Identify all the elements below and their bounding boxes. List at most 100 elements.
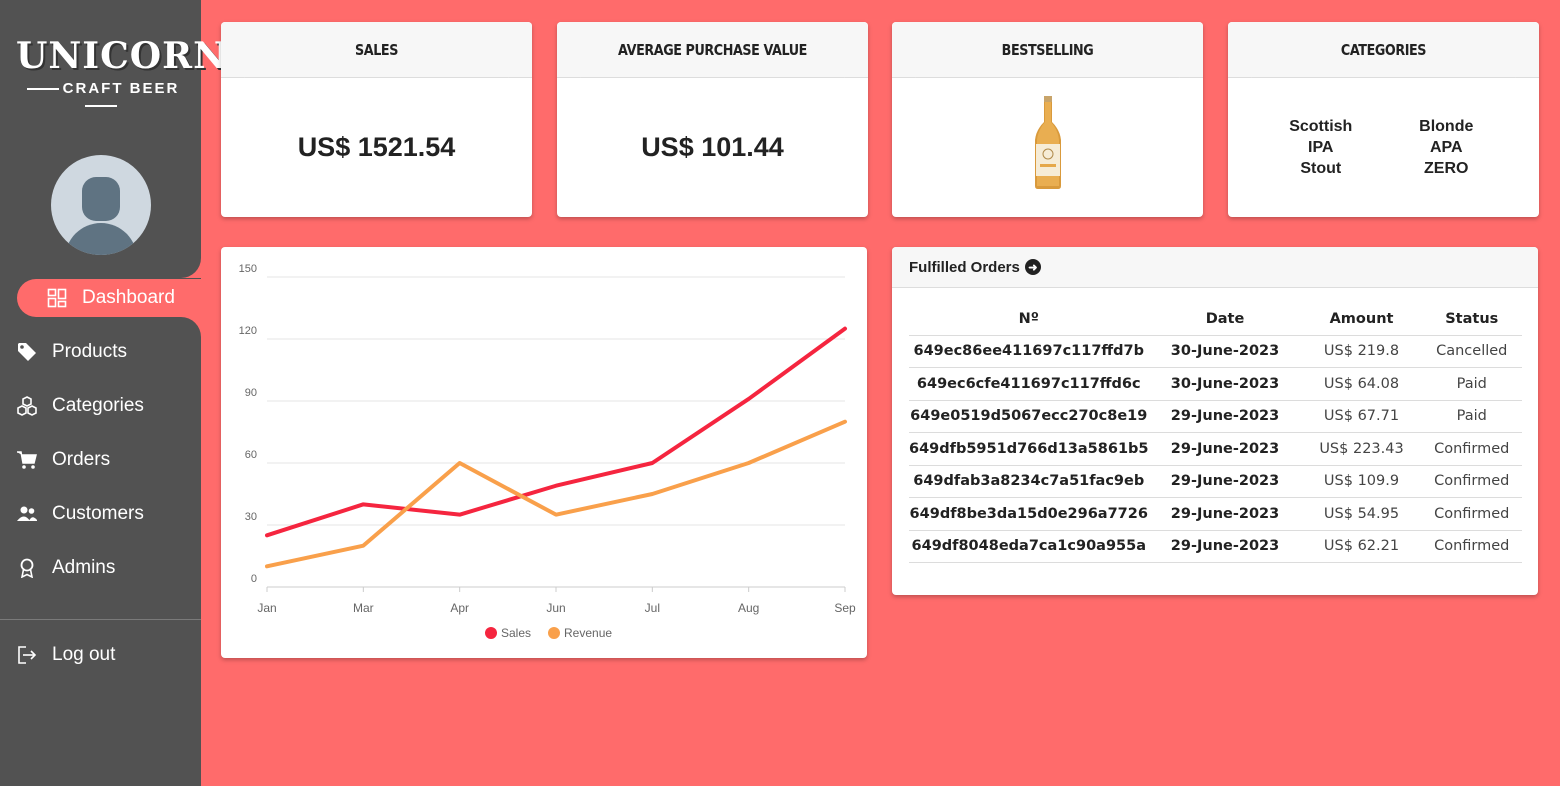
brand-logo[interactable]: UNICORN CRAFT BEER <box>16 34 226 110</box>
nav-logout[interactable]: Log out <box>0 636 201 674</box>
cart-icon <box>17 450 37 470</box>
arrow-right-icon[interactable]: ➜ <box>1024 259 1041 275</box>
col-amount: Amount <box>1301 304 1422 336</box>
order-status: Confirmed <box>1421 432 1522 466</box>
beer-bottle-image[interactable] <box>1030 94 1066 190</box>
y-tick-label: 120 <box>239 325 257 337</box>
order-id: 649e0519d5067ecc270c8e19 <box>909 400 1149 433</box>
order-status: Confirmed <box>1421 530 1522 563</box>
nav-admins-label: Admins <box>52 557 116 578</box>
order-status: Cancelled <box>1421 335 1522 368</box>
sales-card: SALES US$ 1521.54 <box>221 22 532 217</box>
categories-card: CATEGORIES Scottish Blonde IPA APA Stout… <box>1228 22 1539 217</box>
nav-dashboard[interactable]: Dashboard <box>17 279 201 317</box>
x-tick-label: Sep <box>834 601 856 615</box>
x-tick-label: Jan <box>257 601 276 615</box>
legend-marker-revenue <box>548 627 560 639</box>
table-row[interactable]: 649df8be3da15d0e296a7726 29-June-2023 US$ … <box>909 497 1522 531</box>
order-status: Confirmed <box>1421 465 1522 498</box>
nav-customers[interactable]: Customers <box>0 495 201 533</box>
users-icon <box>17 504 37 524</box>
logout-icon <box>17 645 37 665</box>
order-amount: US$ 64.08 <box>1301 367 1422 401</box>
sidebar-divider <box>0 619 201 620</box>
nav-orders-label: Orders <box>52 449 111 470</box>
order-status: Paid <box>1421 400 1522 433</box>
category-item[interactable]: Scottish <box>1258 118 1384 136</box>
order-status: Paid <box>1421 367 1522 401</box>
avatar-body <box>65 223 137 255</box>
nav-categories[interactable]: Categories <box>0 387 201 425</box>
nav-dashboard-label: Dashboard <box>82 287 175 308</box>
order-date: 30-June-2023 <box>1148 367 1302 401</box>
table-header-row: Nº Date Amount Status <box>909 304 1522 336</box>
x-tick-label: Mar <box>353 601 374 615</box>
table-row[interactable]: 649df8048eda7ca1c90a955a 29-June-2023 US$ … <box>909 530 1522 563</box>
bestselling-card-title: BESTSELLING <box>915 22 1180 78</box>
cubes-icon <box>17 396 37 416</box>
col-date: Date <box>1148 304 1302 336</box>
order-amount: US$ 54.95 <box>1301 497 1422 531</box>
order-amount: US$ 62.21 <box>1301 530 1422 563</box>
y-tick-label: 30 <box>245 511 257 523</box>
table-row[interactable]: 649dfab3a8234c7a51fac9eb 29-June-2023 US$ … <box>909 465 1522 498</box>
order-amount: US$ 219.8 <box>1301 335 1422 368</box>
avg-value: US$ 101.44 <box>641 132 784 162</box>
series-line-revenue <box>265 419 847 569</box>
x-tick-label: Jul <box>645 601 660 615</box>
legend-label-revenue: Revenue <box>564 626 612 640</box>
series-line-sales <box>265 326 847 538</box>
sidebar: UNICORN CRAFT BEER Dashboard Products Ca… <box>0 0 226 786</box>
chart-card: 0 30 60 90 120 150 Jan Mar Apr Jun Jul Aug Sep Sales R… <box>221 247 867 658</box>
nav-categories-label: Categories <box>52 395 144 416</box>
avatar-head <box>82 177 120 221</box>
table-row[interactable]: 649dfb5951d766d13a5861b5 29-June-2023 US$ … <box>909 432 1522 466</box>
order-amount: US$ 223.43 <box>1301 432 1422 466</box>
brand-tagline: CRAFT BEER <box>16 80 186 114</box>
nav-orders[interactable]: Orders <box>0 441 201 479</box>
nav-logout-label: Log out <box>52 644 116 665</box>
nav-products[interactable]: Products <box>0 333 201 371</box>
categories-card-title: CATEGORIES <box>1251 22 1516 78</box>
legend-label-sales: Sales <box>501 626 531 640</box>
category-item[interactable]: IPA <box>1258 139 1384 157</box>
col-status: Status <box>1421 304 1522 336</box>
order-amount: US$ 109.9 <box>1301 465 1422 498</box>
category-item[interactable]: Stout <box>1258 160 1384 178</box>
bestselling-card: BESTSELLING <box>892 22 1203 217</box>
orders-title: Fulfilled Orders <box>909 258 1020 276</box>
order-id: 649ec86ee411697c117ffd7b <box>909 335 1149 368</box>
col-number: Nº <box>909 304 1149 336</box>
dashboard-icon <box>47 288 67 308</box>
y-tick-label: 90 <box>245 387 257 399</box>
nav-products-label: Products <box>52 341 127 362</box>
order-amount: US$ 67.71 <box>1301 400 1422 433</box>
table-row[interactable]: 649ec86ee411697c117ffd7b 30-June-2023 US$ … <box>909 335 1522 368</box>
category-item[interactable]: Blonde <box>1384 118 1510 136</box>
order-date: 29-June-2023 <box>1148 432 1302 466</box>
orders-header[interactable]: Fulfilled Orders ➜ <box>892 247 1538 288</box>
x-tick-label: Apr <box>450 601 469 615</box>
orders-card: Fulfilled Orders ➜ Nº Date Amount Status… <box>892 247 1538 595</box>
avatar[interactable] <box>51 155 151 255</box>
tag-icon <box>17 342 37 362</box>
x-tick-label: Aug <box>738 601 759 615</box>
order-date: 29-June-2023 <box>1148 400 1302 433</box>
order-date: 30-June-2023 <box>1148 335 1302 368</box>
order-date: 29-June-2023 <box>1148 465 1302 498</box>
sales-revenue-chart: 0 30 60 90 120 150 Jan Mar Apr Jun Jul Aug Sep Sales R… <box>239 263 856 640</box>
x-tick-label: Jun <box>546 601 565 615</box>
table-row[interactable]: 649ec6cfe411697c117ffd6c 30-June-2023 US$ … <box>909 367 1522 401</box>
category-item[interactable]: APA <box>1384 139 1510 157</box>
nav-admins[interactable]: Admins <box>0 549 201 587</box>
legend-marker-sales <box>485 627 497 639</box>
order-status: Confirmed <box>1421 497 1522 531</box>
order-id: 649dfab3a8234c7a51fac9eb <box>909 465 1149 498</box>
category-item[interactable]: ZERO <box>1384 160 1510 178</box>
order-id: 649df8be3da15d0e296a7726 <box>909 497 1149 531</box>
orders-table: Nº Date Amount Status 649ec86ee411697c11… <box>909 304 1522 563</box>
avg-card-title: AVERAGE PURCHASE VALUE <box>580 22 845 78</box>
table-row[interactable]: 649e0519d5067ecc270c8e19 29-June-2023 US$ … <box>909 400 1522 433</box>
order-date: 29-June-2023 <box>1148 497 1302 531</box>
y-tick-label: 60 <box>245 449 257 461</box>
